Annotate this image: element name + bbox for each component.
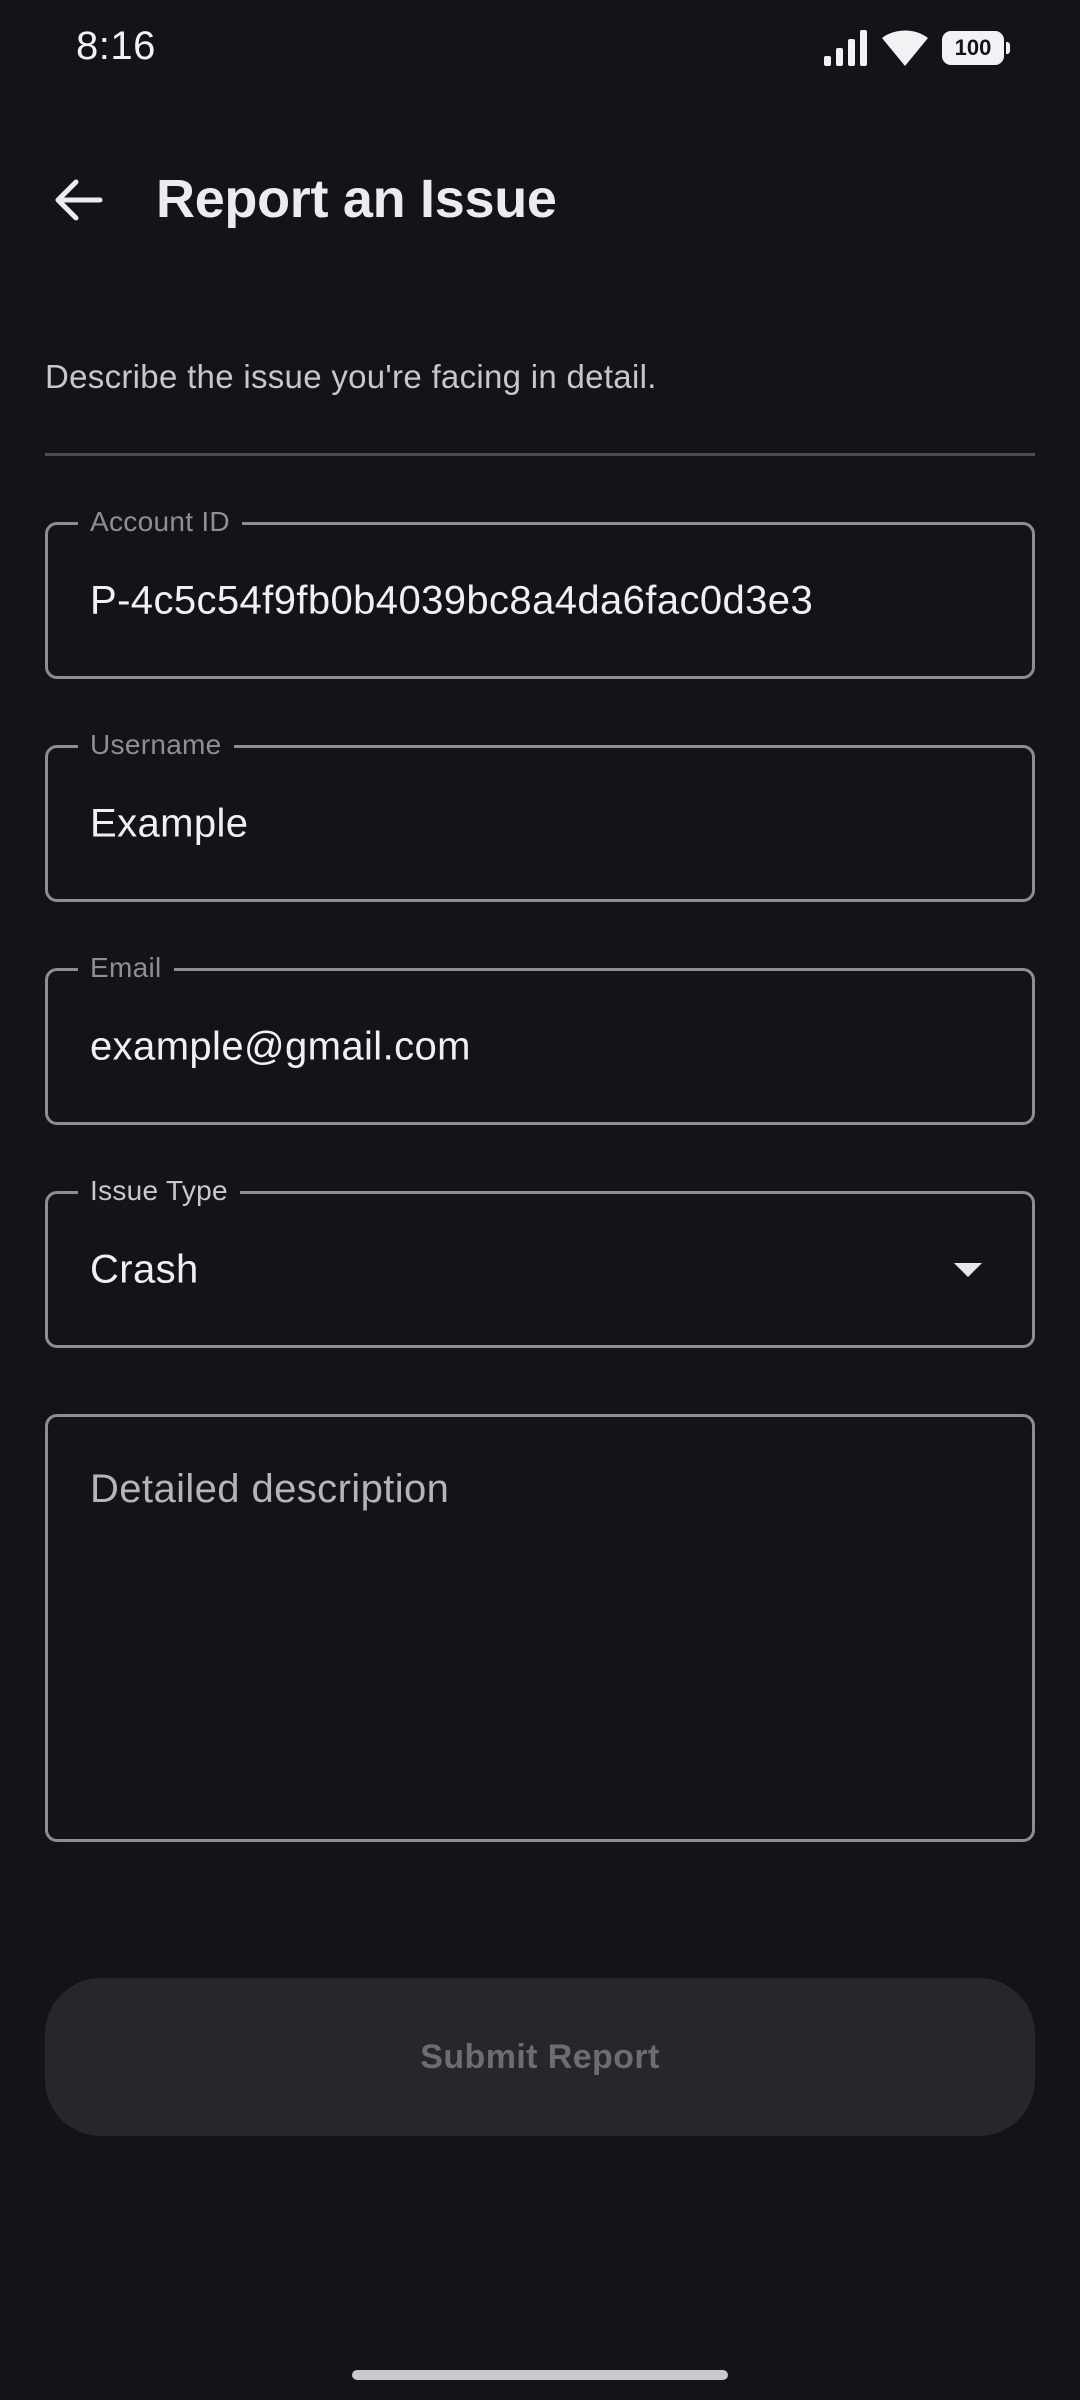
status-bar: 8:16 100 [0,0,1080,100]
wifi-icon [882,30,928,66]
issue-type-value: Crash [90,1247,199,1291]
description-placeholder: Detailed description [90,1467,450,1511]
signal-icon [824,30,867,66]
status-icons: 100 [824,28,1010,68]
top-app-bar: Report an Issue [0,140,1080,260]
dropdown-arrow-icon[interactable] [954,1262,982,1277]
home-indicator[interactable] [352,2370,728,2380]
email-label: Email [78,951,174,985]
account-id-value: P-4c5c54f9fb0b4039bc8a4da6fac0d3e3 [90,578,814,622]
battery-icon: 100 [942,31,1010,65]
divider [45,453,1035,456]
submit-report-button[interactable]: Submit Report [45,1978,1035,2136]
page-title: Report an Issue [156,169,557,229]
status-time: 8:16 [76,24,156,68]
email-field[interactable]: Email example@gmail.com [45,951,1035,1125]
battery-level: 100 [954,35,992,60]
username-field[interactable]: Username Example [45,728,1035,902]
arrow-left-icon [55,179,103,221]
issue-type-select[interactable]: Issue Type Crash [45,1174,1035,1348]
account-id-label: Account ID [78,505,242,539]
username-value: Example [90,801,249,845]
description-textarea[interactable]: Detailed description [45,1414,1035,1842]
back-button[interactable] [30,162,126,238]
submit-report-label: Submit Report [420,2037,660,2076]
intro-text: Describe the issue you're facing in deta… [45,358,657,395]
account-id-field[interactable]: Account ID P-4c5c54f9fb0b4039bc8a4da6fac… [45,505,1035,679]
email-value: example@gmail.com [90,1024,471,1068]
username-label: Username [78,728,234,762]
issue-type-label: Issue Type [78,1174,240,1208]
